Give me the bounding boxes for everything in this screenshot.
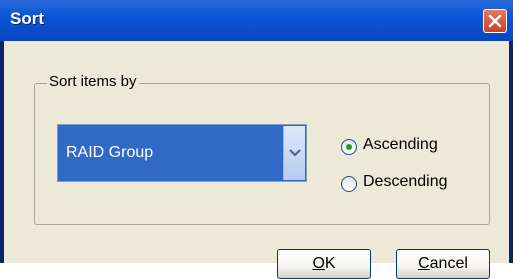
sort-items-groupbox: Sort items by RAID Group Ascending Desce…	[34, 73, 491, 225]
ok-button-label: OK	[312, 255, 336, 272]
dropdown-arrow-button[interactable]	[283, 126, 305, 180]
chevron-down-icon	[289, 149, 301, 157]
descending-radio-circle[interactable]	[341, 176, 357, 192]
sort-dialog: Sort Sort items by RAID Group Ascending …	[0, 0, 513, 279]
descending-radio[interactable]: Descending	[341, 173, 491, 197]
groupbox-label: Sort items by	[47, 73, 139, 90]
close-icon	[488, 14, 502, 28]
dropdown-selected-value: RAID Group	[66, 144, 154, 161]
radio-selected-dot	[346, 144, 352, 150]
cancel-button-label: Cancel	[418, 255, 468, 272]
ascending-label: Ascending	[363, 136, 438, 153]
ok-button[interactable]: OK	[277, 249, 371, 279]
cancel-button[interactable]: Cancel	[396, 249, 490, 279]
dialog-body: Sort items by RAID Group Ascending Desce…	[4, 41, 509, 279]
title-bar[interactable]: Sort	[0, 0, 513, 41]
descending-label: Descending	[363, 173, 448, 190]
dialog-title: Sort	[10, 9, 44, 28]
sort-field-dropdown[interactable]: RAID Group	[57, 124, 307, 182]
close-button[interactable]	[483, 9, 507, 33]
ascending-radio[interactable]: Ascending	[341, 136, 491, 160]
ascending-radio-circle[interactable]	[341, 139, 357, 155]
